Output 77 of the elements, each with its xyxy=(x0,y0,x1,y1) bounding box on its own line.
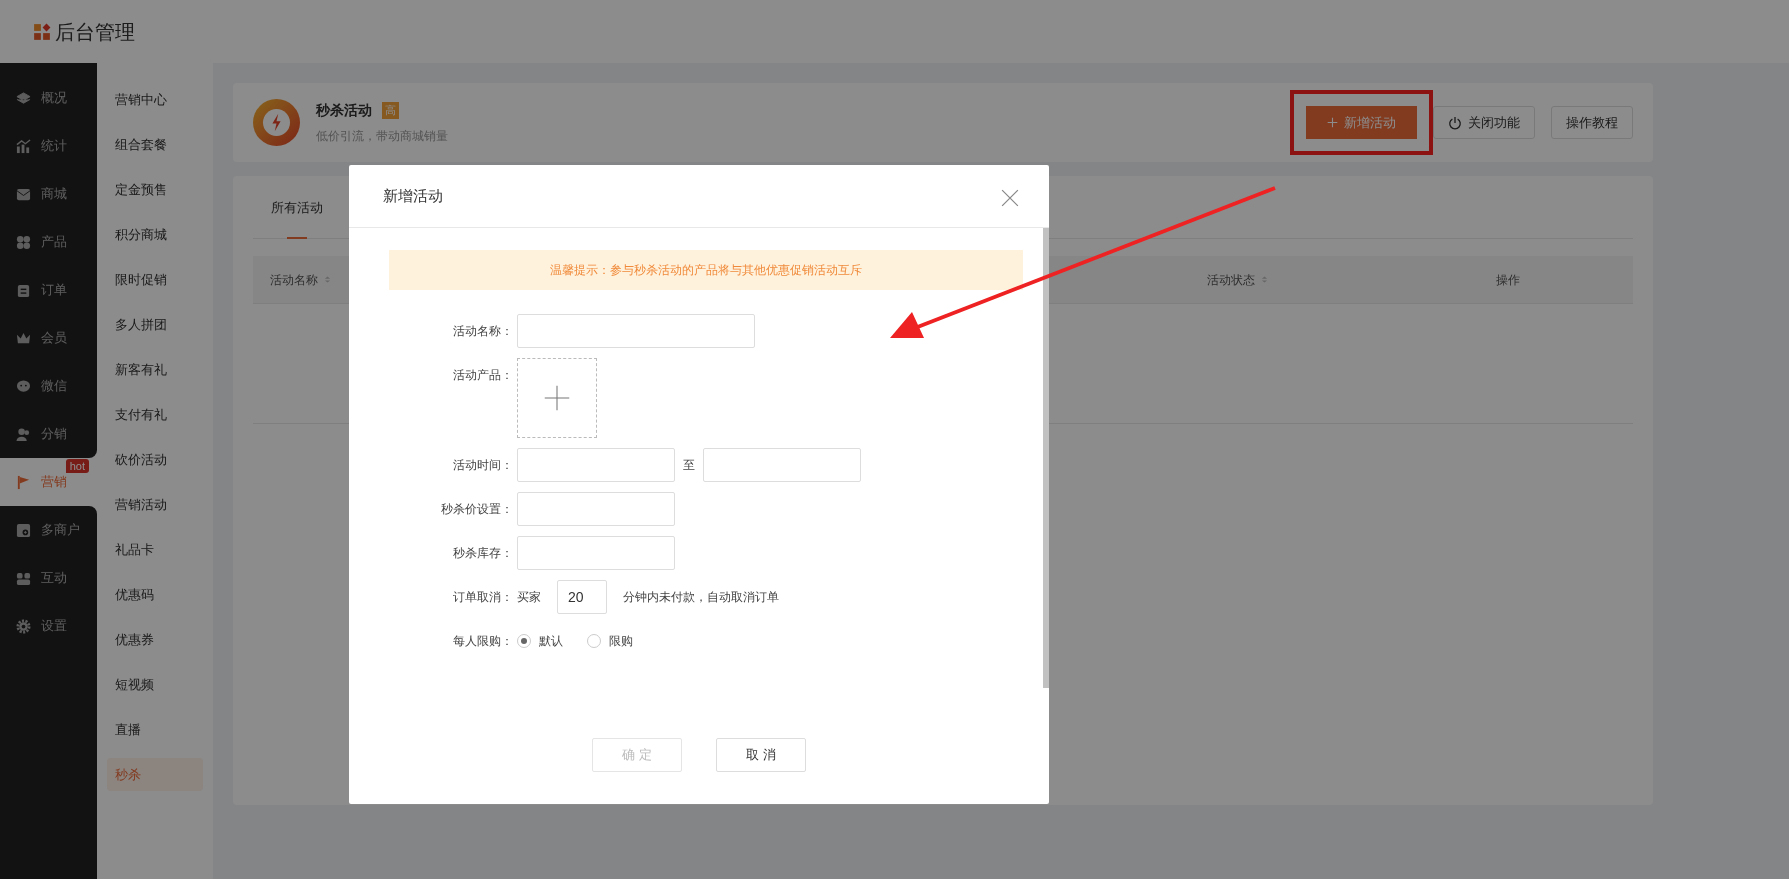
sidebar-item[interactable]: 多商户 xyxy=(0,506,97,554)
submenu-item[interactable]: 营销活动 xyxy=(97,482,213,527)
radio-option[interactable]: 默认 xyxy=(517,624,563,658)
input-field[interactable] xyxy=(517,492,675,526)
store-icon xyxy=(16,522,31,538)
settings-icon xyxy=(16,618,31,634)
sidebar-item[interactable]: 概况 xyxy=(0,74,97,122)
scrollbar[interactable] xyxy=(1043,228,1049,688)
submenu-item[interactable]: 积分商城 xyxy=(97,212,213,257)
submenu-item[interactable]: 砍价活动 xyxy=(97,437,213,482)
upload-area[interactable] xyxy=(517,358,597,438)
crown-icon xyxy=(16,330,31,346)
tutorial-button[interactable]: 操作教程 xyxy=(1551,106,1633,139)
date-field[interactable] xyxy=(703,448,861,482)
range-separator: 至 xyxy=(683,457,695,474)
plus-icon xyxy=(543,384,571,412)
sidebar-item[interactable]: 商城 xyxy=(0,170,97,218)
sidebar-item[interactable]: 统计 xyxy=(0,122,97,170)
disable-feature-button[interactable]: 关闭功能 xyxy=(1433,106,1535,139)
radio-option[interactable]: 限购 xyxy=(587,624,633,658)
tiles-icon xyxy=(16,570,31,586)
column-header[interactable]: 活动名称 xyxy=(270,270,318,289)
field-label: 订单取消： xyxy=(452,589,513,606)
clipboard-icon xyxy=(16,282,31,298)
dialog-title: 新增活动 xyxy=(383,185,443,206)
logo-icon xyxy=(33,22,51,41)
sidebar-item[interactable]: 互动 xyxy=(0,554,97,602)
submenu-item[interactable]: 定金预售 xyxy=(97,167,213,212)
submenu-item[interactable]: 直播 xyxy=(97,707,213,752)
sidebar-item[interactable]: 产品 xyxy=(0,218,97,266)
tab[interactable]: 所有活动 xyxy=(253,176,341,239)
stopwatch-icon xyxy=(253,99,300,146)
submenu-item[interactable]: 多人拼团 xyxy=(97,302,213,347)
sidebar-item[interactable]: 设置 xyxy=(0,602,97,650)
submenu-item[interactable]: 礼品卡 xyxy=(97,527,213,572)
feature-title: 秒杀活动 xyxy=(316,101,372,120)
field-label: 秒杀价设置： xyxy=(440,501,513,518)
level-tag: 高 xyxy=(382,102,399,119)
submenu-item[interactable]: 营销中心 xyxy=(97,77,213,122)
chart-icon xyxy=(16,138,31,154)
app-title: 后台管理 xyxy=(55,19,135,45)
field-text: 分钟内未付款，自动取消订单 xyxy=(623,589,779,606)
submenu-item[interactable]: 组合套餐 xyxy=(97,122,213,167)
submenu-item[interactable]: 优惠码 xyxy=(97,572,213,617)
flag-icon xyxy=(16,474,31,490)
power-icon xyxy=(1448,115,1462,130)
input-field[interactable] xyxy=(517,314,755,348)
grid-icon xyxy=(16,234,31,250)
layers-icon xyxy=(16,90,31,106)
close-button[interactable] xyxy=(1001,187,1019,205)
sidebar-item[interactable]: 分销 xyxy=(0,410,97,458)
column-header[interactable]: 活动状态 xyxy=(1207,270,1255,289)
field-label: 每人限购： xyxy=(452,633,513,650)
submenu-item[interactable]: 短视频 xyxy=(97,662,213,707)
field-label: 活动名称： xyxy=(452,323,513,340)
hot-badge: hot xyxy=(65,459,89,473)
notice-banner: 温馨提示：参与秒杀活动的产品将与其他优惠促销活动互斥 xyxy=(389,250,1023,290)
column-header[interactable]: 操作 xyxy=(1496,270,1520,289)
envelope-icon xyxy=(16,186,31,202)
field-label: 活动产品： xyxy=(452,367,513,384)
input-field[interactable] xyxy=(517,536,675,570)
submenu-item[interactable]: 限时促销 xyxy=(97,257,213,302)
date-field[interactable] xyxy=(517,448,675,482)
field-label: 秒杀库存： xyxy=(452,545,513,562)
field-label: 活动时间： xyxy=(452,457,513,474)
submenu-item[interactable]: 优惠券 xyxy=(97,617,213,662)
field-text: 买家 xyxy=(517,589,541,606)
chat-icon xyxy=(16,378,31,394)
sidebar-item[interactable]: 微信 xyxy=(0,362,97,410)
submenu-item[interactable]: 支付有礼 xyxy=(97,392,213,437)
plus-icon xyxy=(1327,117,1338,128)
cancel-button[interactable]: 取 消 xyxy=(716,738,806,772)
submenu-item[interactable]: 新客有礼 xyxy=(97,347,213,392)
sidebar-item[interactable]: 订单 xyxy=(0,266,97,314)
users-icon xyxy=(16,426,31,442)
minutes-field[interactable]: 20 xyxy=(557,580,607,614)
sidebar-item[interactable]: 会员 xyxy=(0,314,97,362)
